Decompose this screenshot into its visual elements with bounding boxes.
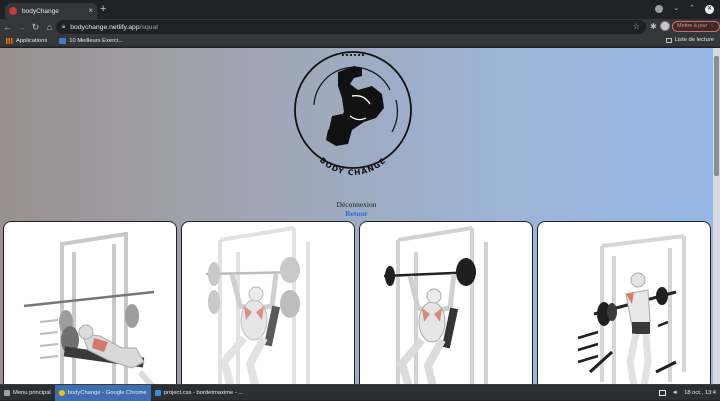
vscode-icon (154, 389, 161, 396)
page-scrollbar[interactable] (713, 48, 720, 384)
volume-icon[interactable]: 🔊︎ (673, 390, 677, 397)
reading-list-button[interactable]: Liste de lecture (665, 37, 714, 43)
taskbar-menu[interactable]: Menu principal (0, 385, 55, 401)
exercise-cards (3, 221, 711, 384)
reload-icon[interactable]: ↻ (29, 22, 42, 33)
bench-press-illustration (23, 232, 155, 384)
exercise-card-1[interactable] (3, 221, 177, 384)
window-controls: ⌄ ⌃ ✕ (655, 4, 714, 14)
bookmark-star-icon[interactable]: ☆ (633, 22, 640, 31)
clipboard-icon[interactable] (659, 390, 667, 396)
address-bar[interactable]: 🔒︎ bodychange.netlify.app/squat ☆ (56, 20, 646, 34)
shoulder-press-illustration (205, 226, 310, 384)
bookmark-favicon-icon (59, 37, 67, 44)
exercise-card-3[interactable] (359, 221, 533, 384)
back-link[interactable]: Retour (0, 209, 713, 218)
menu-icon (4, 389, 10, 396)
chrome-icon (58, 389, 65, 396)
os-taskbar: Menu principal bodyChange - Google Chrom… (0, 384, 720, 401)
bookmark-applications[interactable]: Applications (6, 37, 47, 44)
extensions-icon[interactable]: ✱ (650, 22, 657, 31)
site-favicon-icon (9, 7, 17, 15)
reading-list-icon (665, 37, 672, 43)
new-tab-button[interactable]: + (100, 4, 106, 15)
exercise-card-2[interactable] (181, 221, 355, 384)
minimize-icon[interactable]: ⌄ (673, 4, 679, 14)
update-button[interactable]: Mettre à jour ⋮ (672, 21, 720, 32)
system-tray: 🔊︎ 18 oct., 13:4 (659, 385, 716, 401)
dots-icon (341, 53, 365, 57)
home-icon[interactable]: ⌂ (43, 22, 56, 32)
back-icon[interactable]: ← (1, 22, 14, 32)
logout-link[interactable]: Déconnexion (0, 200, 713, 209)
taskbar-editor[interactable]: project.css - bordetmaxime - ... (151, 385, 248, 401)
tab-title: bodyChange (22, 7, 59, 15)
bookmark-exercises[interactable]: 10 Meilleurs Exerci... (59, 37, 123, 44)
restore-icon[interactable]: ⌃ (689, 4, 695, 14)
account-avatar[interactable] (660, 21, 670, 31)
lock-icon[interactable]: 🔒︎ (62, 24, 65, 31)
close-tab-icon[interactable]: × (88, 7, 93, 15)
bookmarks-bar: Applications 10 Meilleurs Exerci... List… (0, 35, 720, 47)
tab-strip: bodyChange × + ⌄ ⌃ ✕ (0, 0, 720, 19)
browser-tab[interactable]: bodyChange × (5, 3, 97, 19)
scrollbar-thumb[interactable] (714, 56, 719, 176)
forward-icon[interactable]: → (15, 22, 28, 32)
exercise-card-4[interactable] (537, 221, 711, 384)
svg-text:BODY CHANGE: BODY CHANGE (318, 156, 388, 177)
page-viewport: BODY CHANGE Déconnexion Retour (0, 48, 720, 384)
profile-icon[interactable] (655, 5, 664, 13)
shoulder-press-illustration (383, 226, 488, 384)
squat-illustration (577, 234, 686, 384)
clock[interactable]: 18 oct., 13:4 (684, 390, 716, 396)
apps-grid-icon (6, 37, 13, 44)
body-change-logo: BODY CHANGE (294, 51, 412, 177)
close-window-icon[interactable]: ✕ (705, 4, 714, 14)
browser-toolbar: ← → ↻ ⌂ 🔒︎ bodychange.netlify.app/squat … (0, 19, 720, 35)
url-text[interactable]: bodychange.netlify.app/squat (70, 24, 158, 31)
taskbar-chrome[interactable]: bodyChange - Google Chrome (54, 384, 151, 401)
logo-text: BODY CHANGE (318, 156, 387, 177)
